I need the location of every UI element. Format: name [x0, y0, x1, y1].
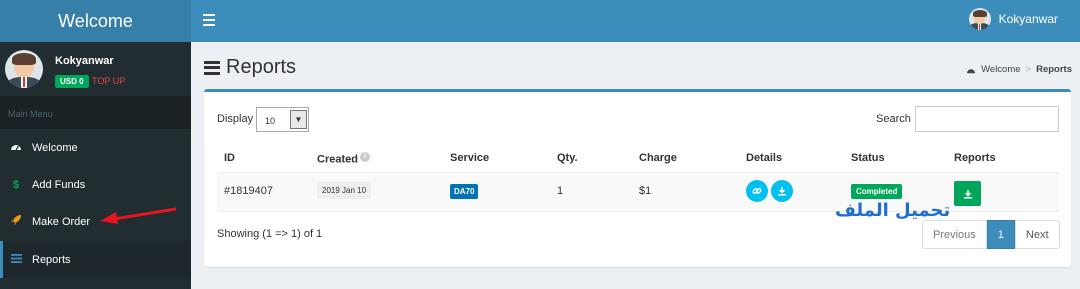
breadcrumb-home[interactable]: Welcome — [981, 64, 1020, 75]
info-icon: i — [359, 152, 370, 162]
report-download-button[interactable] — [954, 181, 981, 206]
column-header-service[interactable]: Service — [450, 152, 489, 164]
sidebar: Kokyanwar USD 0 TOP UP Main Menu Welcome… — [0, 42, 191, 289]
rocket-icon — [10, 214, 22, 229]
sidebar-item-label: Add Funds — [32, 178, 86, 191]
sidebar-item-label: Welcome — [32, 141, 78, 154]
download-icon — [778, 187, 786, 196]
bars-icon — [204, 60, 220, 75]
status-badge: Completed — [851, 184, 903, 199]
column-header-qty[interactable]: Qty. — [557, 152, 578, 164]
row-qty: 1 — [557, 185, 564, 197]
sidebar-item-label: Make Order — [32, 215, 91, 228]
display-label: Display — [217, 113, 254, 125]
navbar-user-menu[interactable]: Kokyanwar — [968, 8, 1058, 30]
balance-badge: USD 0 — [55, 75, 89, 88]
search-input[interactable] — [915, 106, 1059, 132]
link-button[interactable] — [746, 180, 768, 202]
pagination-next[interactable]: Next — [1014, 220, 1060, 249]
page-title: Reports — [204, 56, 296, 79]
bars-icon — [10, 253, 22, 266]
pagination: Previous 1 Next — [922, 220, 1060, 249]
breadcrumb: Welcome > Reports — [966, 64, 1072, 75]
row-id: #1819407 — [224, 185, 273, 197]
annotation-arrow-icon — [100, 207, 177, 224]
user-panel: Kokyanwar USD 0 TOP UP — [0, 42, 191, 96]
top-navbar: Kokyanwar — [191, 0, 1080, 42]
display-select[interactable]: 10 ▼ — [256, 107, 309, 132]
search-label: Search — [876, 113, 911, 125]
dashboard-icon — [967, 68, 976, 73]
app-logo-text: Welcome — [58, 10, 133, 31]
download-icon — [963, 189, 972, 198]
navbar-user-name: Kokyanwar — [998, 12, 1058, 26]
column-header-id[interactable]: ID — [224, 152, 235, 164]
pagination-page-1[interactable]: 1 — [986, 220, 1015, 249]
page-title-text: Reports — [226, 56, 297, 78]
annotation-text: تحميل الملف — [835, 200, 951, 221]
link-icon — [752, 188, 762, 194]
reports-box: Display 10 ▼ Search ID Created i Service … — [204, 89, 1071, 267]
column-header-created[interactable]: Created i — [317, 152, 370, 166]
column-header-reports[interactable]: Reports — [954, 152, 996, 164]
sidebar-item-welcome[interactable]: Welcome — [0, 129, 191, 166]
row-charge: $1 — [639, 185, 652, 197]
display-select-value: 10 — [265, 116, 276, 126]
avatar — [5, 50, 43, 88]
breadcrumb-separator-icon: > — [1025, 64, 1032, 75]
chevron-down-icon[interactable]: ▼ — [290, 110, 307, 129]
sidebar-user-name: Kokyanwar — [55, 55, 114, 67]
app-logo[interactable]: Welcome — [0, 0, 191, 42]
sidebar-toggle-icon[interactable] — [203, 14, 215, 26]
row-service: DA70 — [450, 184, 479, 199]
dashboard-icon — [10, 141, 22, 154]
sidebar-item-label: Reports — [32, 253, 71, 266]
menu-header: Main Menu — [0, 96, 191, 129]
sidebar-item-reports[interactable]: Reports — [0, 241, 191, 278]
topup-link[interactable]: TOP UP — [92, 76, 125, 86]
column-header-label: Created — [317, 153, 358, 166]
breadcrumb-current: Reports — [1036, 64, 1072, 75]
pagination-previous[interactable]: Previous — [922, 220, 987, 249]
avatar — [968, 8, 991, 30]
column-header-status[interactable]: Status — [851, 152, 885, 164]
column-header-details[interactable]: Details — [746, 152, 782, 164]
column-header-charge[interactable]: Charge — [639, 152, 677, 164]
table-info: Showing (1 => 1) of 1 — [217, 228, 323, 240]
row-created: 2019 Jan 10 — [317, 182, 372, 199]
sidebar-item-add-funds[interactable]: $ Add Funds — [0, 166, 191, 203]
details-download-button[interactable] — [771, 180, 793, 202]
dollar-icon: $ — [12, 178, 20, 191]
